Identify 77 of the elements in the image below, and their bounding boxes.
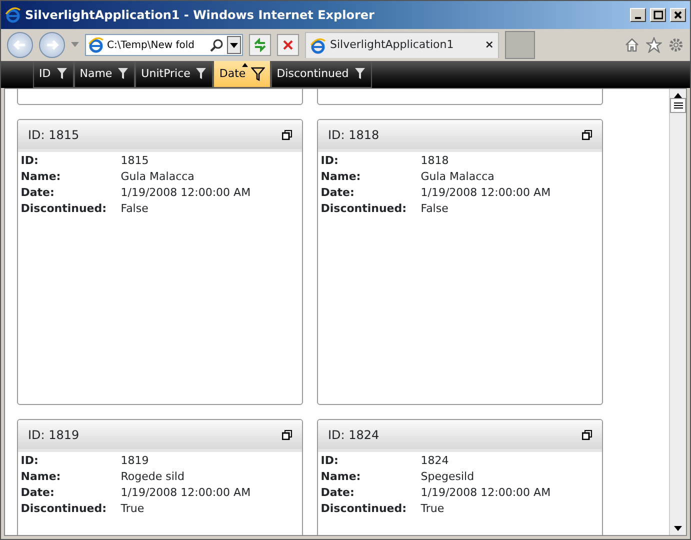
restore-icon[interactable] <box>282 430 292 440</box>
field-value: Gula Malacca <box>120 169 194 185</box>
page-icon <box>88 37 104 53</box>
home-icon[interactable] <box>624 37 640 53</box>
card-title: ID: 1818 <box>328 126 380 144</box>
field-value: False <box>420 201 448 217</box>
field-label: ID: <box>20 153 40 169</box>
field-label: Discontinued: <box>320 501 408 517</box>
field-label: Discontinued: <box>20 501 108 517</box>
restore-icon[interactable] <box>282 130 292 140</box>
field-label: Date: <box>320 485 356 501</box>
field-value: True <box>120 501 144 517</box>
back-arrow-icon <box>13 39 27 51</box>
field-value: 1815 <box>120 153 149 169</box>
sort-arrow-icon <box>242 63 248 68</box>
field-value: 1/19/2008 12:00:00 AM <box>420 185 551 201</box>
card-title: ID: 1815 <box>28 126 80 144</box>
field-value: True <box>420 501 444 517</box>
forward-button[interactable] <box>39 32 65 58</box>
back-button[interactable] <box>7 32 33 58</box>
forward-arrow-icon <box>45 39 59 51</box>
restore-icon[interactable] <box>582 430 592 440</box>
filter-icon[interactable] <box>195 67 208 81</box>
field-value: Gula Malacca <box>420 169 494 185</box>
filter-icon[interactable] <box>354 67 366 81</box>
settings-icon[interactable] <box>668 37 684 53</box>
window-title: SilverlightApplication1 - Windows Internet Explorer <box>25 7 376 24</box>
field-label: ID: <box>320 453 340 469</box>
page-icon <box>310 38 326 54</box>
minimize-button[interactable] <box>630 8 646 22</box>
card-title: ID: 1824 <box>328 426 380 444</box>
browser-logo-icon <box>5 7 21 23</box>
card-title: ID: 1819 <box>28 426 80 444</box>
maximize-icon <box>653 10 663 20</box>
filter-icon[interactable] <box>117 67 130 81</box>
minimize-icon <box>633 16 643 20</box>
dropdown-caret-icon[interactable] <box>227 36 241 54</box>
field-value: False <box>120 201 148 217</box>
scroll-thumb[interactable] <box>670 98 686 113</box>
close-icon <box>673 10 683 20</box>
field-value: 1819 <box>120 453 149 469</box>
x-icon <box>282 39 294 51</box>
arrows-icon <box>253 38 267 52</box>
maximize-button[interactable] <box>650 8 666 22</box>
field-label: ID: <box>320 153 340 169</box>
restore-icon[interactable] <box>582 130 592 140</box>
field-label: Discontinued: <box>20 201 108 217</box>
filter-icon[interactable] <box>56 67 68 81</box>
field-label: Name: <box>320 169 362 185</box>
star-icon[interactable] <box>646 37 662 53</box>
scroll-down-icon[interactable] <box>674 526 682 531</box>
field-value: 1/19/2008 12:00:00 AM <box>120 485 251 501</box>
filter-icon[interactable] <box>250 67 265 81</box>
field-value: 1824 <box>420 453 449 469</box>
vertical-scrollbar[interactable] <box>669 89 686 535</box>
refresh-button[interactable] <box>249 34 271 56</box>
browser-tab[interactable]: SilverlightApplication1 × <box>305 32 499 58</box>
field-value: Rogede sild <box>120 469 184 485</box>
field-label: Name: <box>20 469 62 485</box>
field-value: Spegesild <box>420 469 474 485</box>
column-header[interactable]: Date <box>213 61 271 88</box>
address-field[interactable]: C:\Temp\New fold <box>85 34 243 56</box>
field-label: Name: <box>20 169 62 185</box>
field-value: 1/19/2008 12:00:00 AM <box>120 185 251 201</box>
field-label: Discontinued: <box>320 201 408 217</box>
field-value: 1818 <box>420 153 449 169</box>
field-label: Date: <box>20 185 56 201</box>
tab-close-button[interactable]: × <box>484 37 494 54</box>
field-value: 1/19/2008 12:00:00 AM <box>420 485 551 501</box>
field-label: Name: <box>320 469 362 485</box>
field-label: ID: <box>20 453 40 469</box>
stop-button[interactable] <box>277 34 299 56</box>
close-button[interactable] <box>670 8 686 22</box>
field-label: Date: <box>320 185 356 201</box>
search-icon[interactable] <box>210 38 224 52</box>
tab-title: SilverlightApplication1 <box>330 37 455 54</box>
field-label: Date: <box>20 485 56 501</box>
